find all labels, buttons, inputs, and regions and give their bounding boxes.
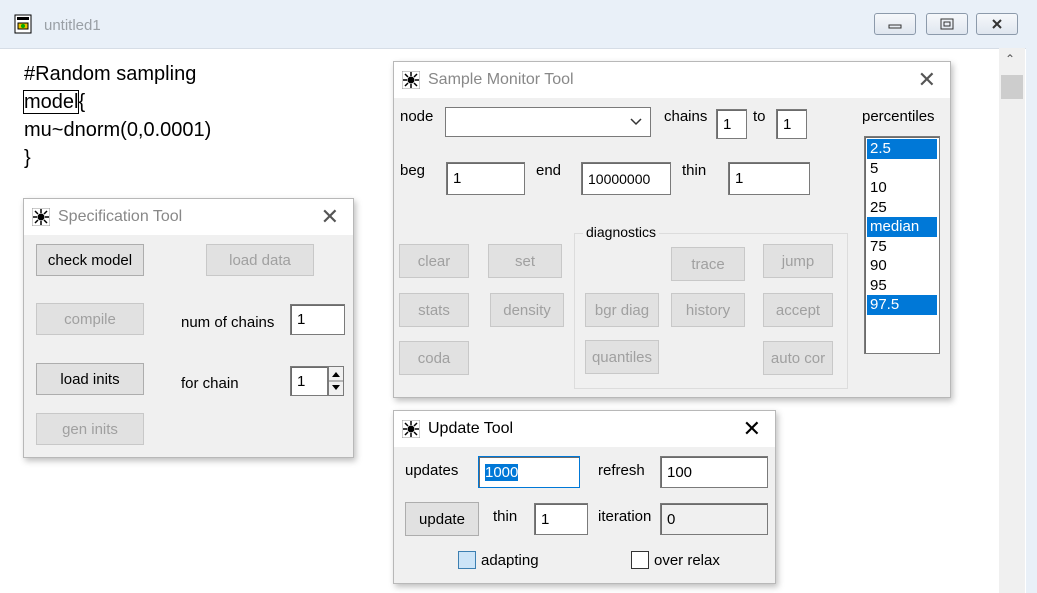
update-tool-title: Update Tool xyxy=(428,420,514,437)
for-chain-stepper[interactable] xyxy=(328,366,344,396)
specification-tool-title: Specification Tool xyxy=(58,208,183,225)
chains-to-input[interactable]: 1 xyxy=(776,109,807,139)
percentile-item[interactable]: 97.5 xyxy=(867,295,937,315)
quantiles-button[interactable]: quantiles xyxy=(585,340,659,374)
coda-button[interactable]: coda xyxy=(399,341,469,375)
close-icon[interactable]: ✕ xyxy=(743,416,761,442)
stepper-arrows-icon[interactable] xyxy=(329,367,343,395)
updates-input[interactable]: 1000 xyxy=(478,456,580,488)
doc-line-4: } xyxy=(24,147,31,169)
window-border xyxy=(1026,48,1037,593)
adapting-checkbox[interactable] xyxy=(458,551,476,569)
to-label: to xyxy=(753,108,766,125)
for-chain-label: for chain xyxy=(181,375,239,392)
close-button[interactable] xyxy=(976,13,1018,35)
chevron-down-icon[interactable] xyxy=(630,118,642,126)
percentile-item[interactable]: 2.5 xyxy=(867,139,937,159)
bug-icon xyxy=(32,208,50,226)
check-model-button[interactable]: check model xyxy=(36,244,144,276)
percentile-item[interactable]: 10 xyxy=(867,178,937,198)
percentile-item[interactable]: 75 xyxy=(867,237,937,257)
compile-button[interactable]: compile xyxy=(36,303,144,335)
doc-line-1: #Random sampling xyxy=(24,63,197,85)
percentiles-label: percentiles xyxy=(862,108,935,125)
doc-line-2: model{ xyxy=(22,88,211,116)
vertical-scrollbar[interactable]: ⌃ xyxy=(999,48,1025,593)
percentile-item[interactable]: median xyxy=(867,217,937,237)
update-thin-input[interactable]: 1 xyxy=(534,503,588,535)
update-tool-body: updates 1000 refresh 100 update thin 1 i… xyxy=(394,447,775,583)
node-label: node xyxy=(400,108,434,125)
iteration-display: 0 xyxy=(660,503,768,535)
percentiles-list[interactable]: 2.5 5 10 25 median 75 90 95 97.5 xyxy=(864,136,940,354)
clear-button[interactable]: clear xyxy=(399,244,469,278)
update-button[interactable]: update xyxy=(405,502,479,536)
thin-label: thin xyxy=(493,508,518,525)
main-titlebar: untitled1 xyxy=(0,0,1037,49)
jump-button[interactable]: jump xyxy=(763,244,833,278)
updates-label: updates xyxy=(405,462,459,479)
sample-monitor-titlebar[interactable]: Sample Monitor Tool ✕ xyxy=(394,62,950,98)
minimize-button[interactable] xyxy=(874,13,916,35)
close-icon[interactable]: ✕ xyxy=(321,204,339,230)
node-dropdown[interactable] xyxy=(445,107,651,137)
close-icon[interactable]: ✕ xyxy=(918,67,936,93)
for-chain-input[interactable]: 1 xyxy=(290,366,328,396)
percentile-item[interactable]: 25 xyxy=(867,198,937,218)
sample-monitor-title: Sample Monitor Tool xyxy=(428,71,574,88)
iteration-label: iteration xyxy=(598,508,652,525)
percentile-item[interactable]: 5 xyxy=(867,159,937,179)
load-data-button[interactable]: load data xyxy=(206,244,314,276)
percentile-item[interactable]: 90 xyxy=(867,256,937,276)
model-keyword[interactable]: model xyxy=(22,90,80,114)
density-button[interactable]: density xyxy=(490,293,564,327)
percentile-item[interactable]: 95 xyxy=(867,276,937,296)
chains-from-input[interactable]: 1 xyxy=(716,109,747,139)
stats-button[interactable]: stats xyxy=(399,293,469,327)
accept-button[interactable]: accept xyxy=(763,293,833,327)
doc-line-2-rest: { xyxy=(78,91,86,113)
scroll-up-icon[interactable]: ⌃ xyxy=(1005,52,1015,66)
auto-cor-button[interactable]: auto cor xyxy=(763,341,833,375)
diagnostics-label: diagnostics xyxy=(583,224,660,240)
sample-monitor-body: node chains 1 to 1 percentiles 2.5 5 10 25 m… xyxy=(394,98,950,397)
num-of-chains-input[interactable]: 1 xyxy=(290,304,345,335)
bug-icon xyxy=(402,71,420,89)
specification-tool-body: check model load data compile num of cha… xyxy=(24,235,353,457)
set-button[interactable]: set xyxy=(488,244,562,278)
adapting-label: adapting xyxy=(481,552,539,569)
window-title: untitled1 xyxy=(44,17,101,34)
trace-button[interactable]: trace xyxy=(671,247,745,281)
update-tool: Update Tool ✕ updates 1000 refresh 100 u… xyxy=(393,410,776,584)
thin-label: thin xyxy=(682,162,707,179)
over-relax-checkbox[interactable] xyxy=(631,551,649,569)
doc-line-3: mu~dnorm(0,0.0001) xyxy=(24,119,212,141)
refresh-label: refresh xyxy=(598,462,645,479)
scrollbar-thumb[interactable] xyxy=(1001,75,1023,99)
thin-input[interactable]: 1 xyxy=(728,162,810,195)
specification-tool-titlebar[interactable]: Specification Tool ✕ xyxy=(24,199,353,235)
updates-value: 1000 xyxy=(485,463,519,481)
bug-icon xyxy=(402,420,420,438)
model-editor[interactable]: #Random sampling model{ mu~dnorm(0,0.000… xyxy=(22,60,212,172)
over-relax-label: over relax xyxy=(654,552,720,569)
chains-label: chains xyxy=(664,108,708,125)
end-input[interactable]: 10000000 xyxy=(581,162,671,195)
beg-label: beg xyxy=(400,162,426,179)
bgr-diag-button[interactable]: bgr diag xyxy=(585,293,659,327)
end-label: end xyxy=(536,162,562,179)
beg-input[interactable]: 1 xyxy=(446,162,525,195)
update-tool-titlebar[interactable]: Update Tool ✕ xyxy=(394,411,775,447)
document-icon xyxy=(14,14,32,34)
specification-tool: Specification Tool ✕ check model load da… xyxy=(23,198,354,458)
history-button[interactable]: history xyxy=(671,293,745,327)
num-of-chains-label: num of chains xyxy=(181,314,275,331)
maximize-button[interactable] xyxy=(926,13,968,35)
refresh-input[interactable]: 100 xyxy=(660,456,768,488)
load-inits-button[interactable]: load inits xyxy=(36,363,144,395)
gen-inits-button[interactable]: gen inits xyxy=(36,413,144,445)
sample-monitor-tool: Sample Monitor Tool ✕ node chains 1 to 1… xyxy=(393,61,951,398)
